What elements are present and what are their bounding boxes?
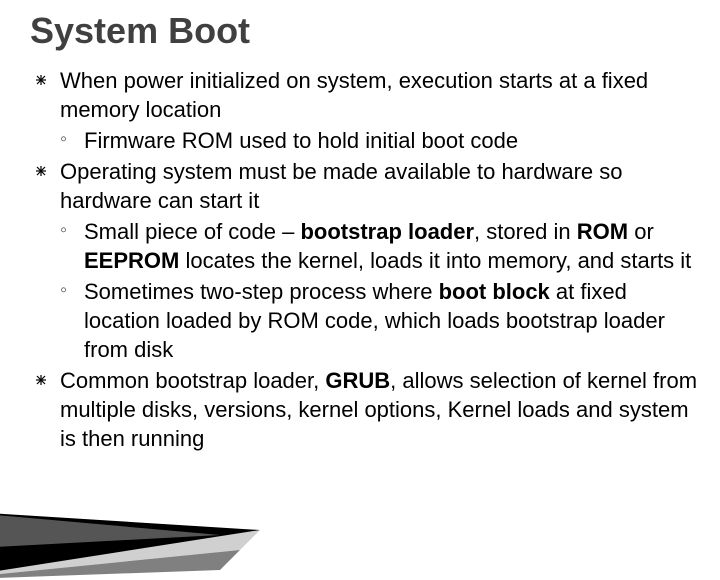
bullet-text: Small piece of code – bootstrap loader, … [84, 219, 691, 273]
bullet-level2: ◦ Small piece of code – bootstrap loader… [30, 217, 700, 275]
content-body: When power initialized on system, execut… [30, 66, 700, 453]
slide: System Boot When power initialized on sy… [0, 0, 720, 540]
bullet-icon [34, 73, 48, 87]
bullet-icon [34, 373, 48, 387]
bullet-level1: When power initialized on system, execut… [30, 66, 700, 124]
bullet-icon [34, 164, 48, 178]
subbullet-icon: ◦ [60, 217, 67, 243]
subbullet-icon: ◦ [60, 126, 67, 152]
bullet-text: Sometimes two-step process where boot bl… [84, 279, 665, 362]
bullet-level1: Common bootstrap loader, GRUB, allows se… [30, 366, 700, 453]
bullet-level2: ◦ Firmware ROM used to hold initial boot… [30, 126, 700, 155]
bullet-level2: ◦ Sometimes two-step process where boot … [30, 277, 700, 364]
bullet-text: When power initialized on system, execut… [60, 68, 648, 122]
bullet-text: Operating system must be made available … [60, 159, 623, 213]
bullet-text: Common bootstrap loader, GRUB, allows se… [60, 368, 697, 451]
bullet-level1: Operating system must be made available … [30, 157, 700, 215]
subbullet-icon: ◦ [60, 277, 67, 303]
bullet-text: Firmware ROM used to hold initial boot c… [84, 128, 518, 153]
page-title: System Boot [30, 10, 700, 52]
